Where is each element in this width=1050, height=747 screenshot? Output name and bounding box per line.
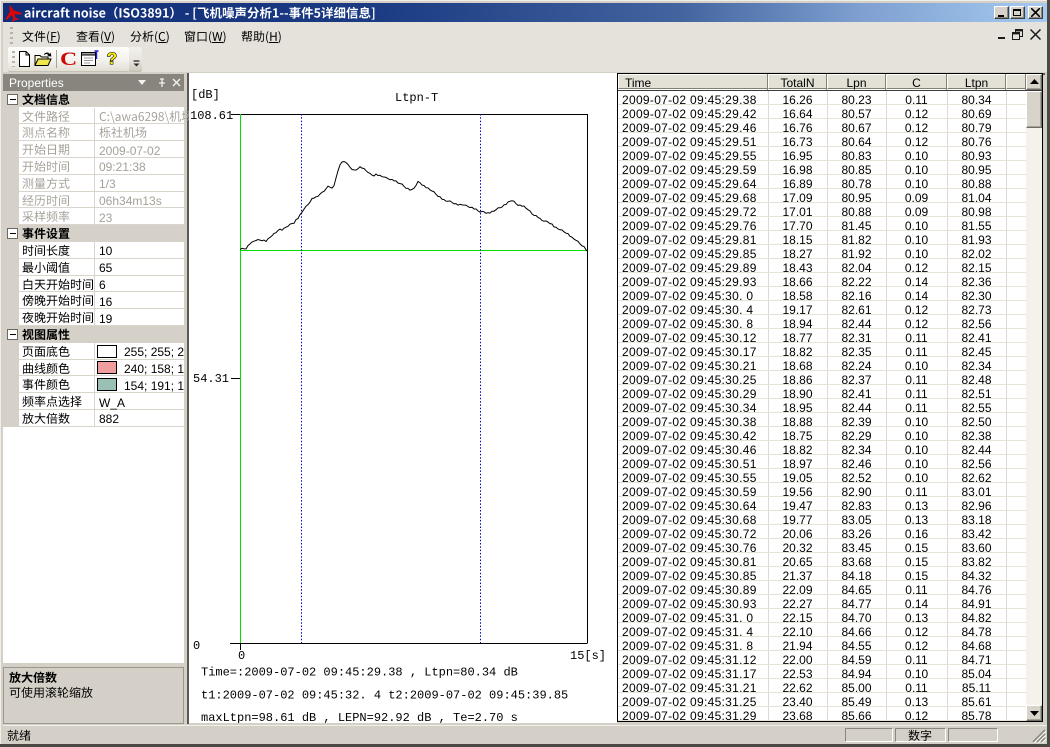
svg-text:0: 0 — [193, 639, 200, 653]
svg-text:Time=:2009-07-02 09:45:29.38 ,: Time=:2009-07-02 09:45:29.38 , Ltpn=80.3… — [201, 666, 518, 680]
svg-text:15[s]: 15[s] — [570, 649, 606, 663]
svg-text:Ltpn-T: Ltpn-T — [395, 91, 438, 105]
svg-text:?: ? — [107, 49, 117, 68]
svg-text:t1:2009-07-02 09:45:32. 4 t2:2: t1:2009-07-02 09:45:32. 4 t2:2009-07-02 … — [201, 689, 568, 703]
svg-text:54.31: 54.31 — [193, 372, 229, 386]
svg-text:maxLtpn=98.61 dB , LEPN=92.92: maxLtpn=98.61 dB , LEPN=92.92 dB , Te=2.… — [201, 711, 518, 723]
svg-text:108.61: 108.61 — [190, 109, 233, 123]
svg-text:0: 0 — [238, 649, 245, 663]
svg-text:[dB]: [dB] — [191, 88, 220, 102]
